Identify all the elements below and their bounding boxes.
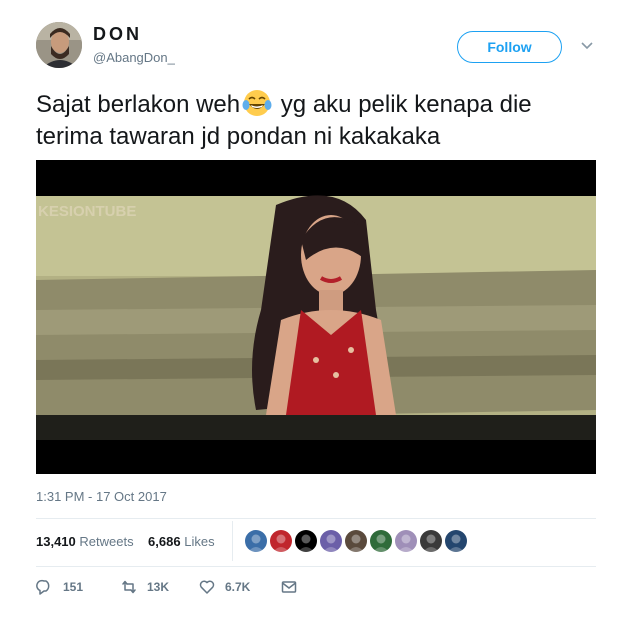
likes-label: Likes bbox=[184, 534, 215, 549]
reply-count: 151 bbox=[63, 580, 84, 594]
retweet-icon bbox=[122, 580, 136, 594]
retweets-stat[interactable]: 13,410 Retweets bbox=[36, 534, 134, 549]
liker-avatar[interactable] bbox=[345, 530, 367, 552]
chevron-down-icon[interactable] bbox=[580, 40, 594, 52]
envelope-icon bbox=[281, 581, 297, 593]
retweet-button[interactable]: 13K bbox=[120, 578, 198, 596]
liker-avatar[interactable] bbox=[295, 530, 317, 552]
tweet-text: Sajat berlakon weh yg aku pelik kenapa d… bbox=[36, 88, 596, 153]
heart-icon bbox=[199, 580, 215, 594]
media-watermark: KESIONTUBE bbox=[38, 203, 136, 220]
direct-message-button[interactable] bbox=[280, 578, 307, 596]
liker-avatar[interactable] bbox=[320, 530, 342, 552]
liker-avatar-icon bbox=[298, 534, 314, 552]
likes-stat[interactable]: 6,686 Likes bbox=[148, 534, 215, 549]
liker-avatar[interactable] bbox=[270, 530, 292, 552]
retweet-count: 13K bbox=[147, 580, 170, 594]
avatar[interactable] bbox=[36, 22, 82, 68]
liker-avatar[interactable] bbox=[245, 530, 267, 552]
reply-icon bbox=[36, 579, 50, 595]
retweets-count: 13,410 bbox=[36, 534, 76, 549]
liker-avatar-icon bbox=[423, 534, 439, 552]
display-name[interactable]: DON bbox=[93, 24, 142, 45]
liker-avatar-icon bbox=[273, 534, 289, 552]
liker-avatar-icon bbox=[323, 534, 339, 552]
user-handle[interactable]: @AbangDon_ bbox=[93, 50, 175, 65]
retweets-label: Retweets bbox=[79, 534, 134, 549]
video-still-image: KESIONTUBE bbox=[36, 160, 596, 474]
follow-button[interactable]: Follow bbox=[457, 31, 562, 63]
tweet-actions: 151 13K 6.7K bbox=[36, 578, 307, 596]
liker-avatar[interactable] bbox=[370, 530, 392, 552]
tweet-media[interactable]: KESIONTUBE bbox=[36, 160, 596, 474]
likes-count: 6,686 bbox=[148, 534, 181, 549]
liker-avatar[interactable] bbox=[395, 530, 417, 552]
like-count: 6.7K bbox=[225, 580, 251, 594]
likers-list bbox=[245, 530, 467, 552]
liker-avatar[interactable] bbox=[445, 530, 467, 552]
liker-avatar-icon bbox=[398, 534, 414, 552]
divider bbox=[36, 518, 596, 519]
reply-button[interactable]: 151 bbox=[36, 578, 120, 596]
profile-photo-icon bbox=[36, 22, 82, 68]
liker-avatar-icon bbox=[348, 534, 364, 552]
tweet-text-part1: Sajat berlakon weh bbox=[36, 91, 241, 118]
divider bbox=[36, 566, 596, 567]
liker-avatar-icon bbox=[373, 534, 389, 552]
tweet-stats: 13,410 Retweets 6,686 Likes bbox=[36, 534, 215, 549]
timestamp[interactable]: 1:31 PM - 17 Oct 2017 bbox=[36, 489, 167, 504]
stats-separator bbox=[232, 521, 233, 561]
like-button[interactable]: 6.7K bbox=[198, 578, 280, 596]
face-with-tears-of-joy-icon bbox=[242, 90, 272, 116]
liker-avatar[interactable] bbox=[420, 530, 442, 552]
liker-avatar-icon bbox=[448, 534, 464, 552]
liker-avatar-icon bbox=[248, 534, 264, 552]
